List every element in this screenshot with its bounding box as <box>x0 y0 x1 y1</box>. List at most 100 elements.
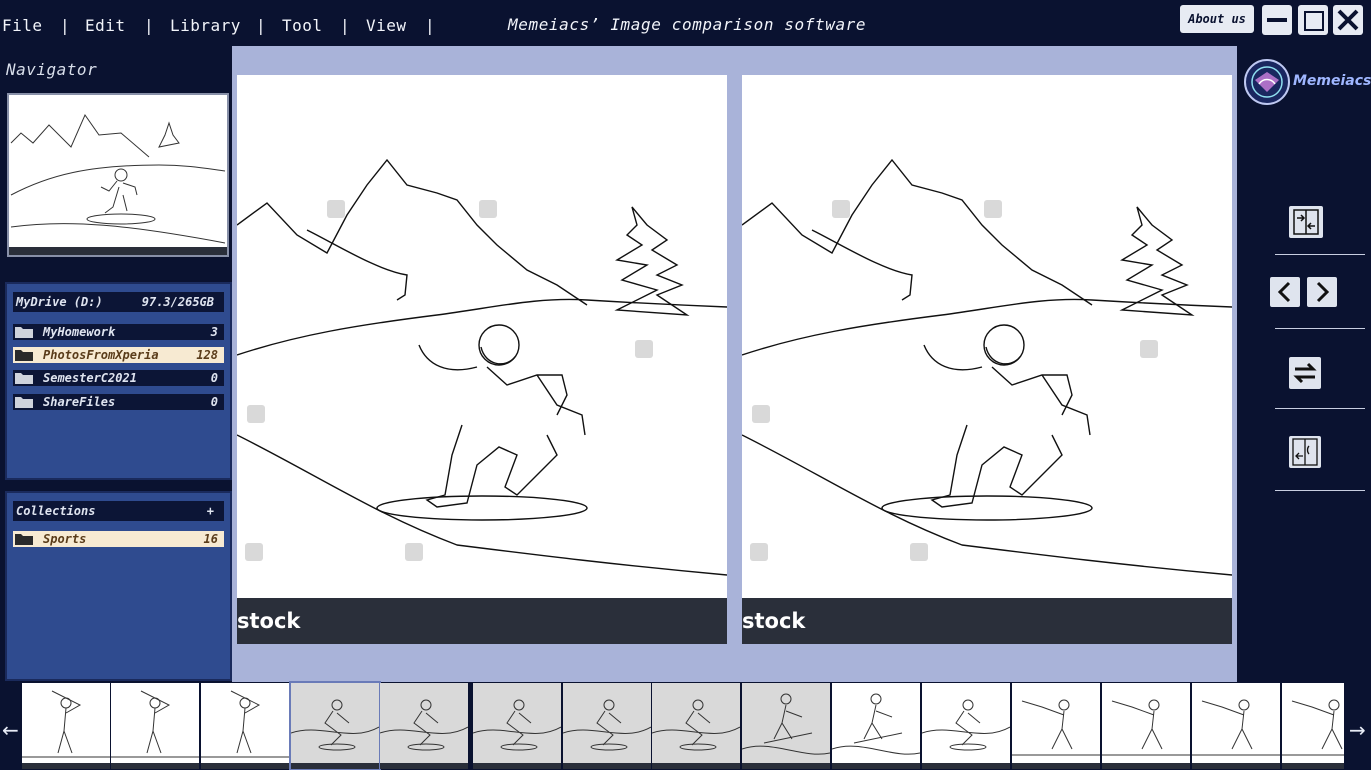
snowboarder-sketch-icon <box>9 113 227 255</box>
filmstrip-thumbnail[interactable] <box>1192 683 1280 769</box>
filmstrip-thumbnail[interactable] <box>22 683 110 769</box>
stock-watermark-bar <box>1192 763 1280 769</box>
split-view-button[interactable] <box>1289 436 1321 468</box>
menu-edit[interactable]: Edit <box>85 16 126 35</box>
menu-view[interactable]: View <box>366 16 407 35</box>
snowboarder-image-left <box>237 158 727 576</box>
filmstrip-thumbnail[interactable] <box>1102 683 1190 769</box>
tool-divider <box>1275 254 1365 255</box>
brand-name: Memeiacs <box>1293 73 1371 89</box>
tool-panel: Memeiacs <box>1237 46 1371 682</box>
snowboarder-sketch-icon <box>652 699 740 751</box>
compare-swap-button[interactable] <box>1289 206 1323 238</box>
menu-tool[interactable]: Tool <box>282 16 323 35</box>
snowboarder-sketch-icon <box>291 699 379 751</box>
stock-watermark-bar <box>1102 763 1190 769</box>
folder-icon <box>15 373 33 384</box>
stock-watermark-bar <box>380 763 468 769</box>
menu-separator: | <box>60 16 70 35</box>
stock-watermark-bar <box>22 763 110 769</box>
menu-file[interactable]: File <box>2 16 43 35</box>
stock-label: stock <box>742 609 806 633</box>
stock-watermark-bar <box>832 763 920 769</box>
navigator-thumbnail[interactable] <box>7 93 229 257</box>
filmstrip-thumbnail[interactable] <box>380 683 468 769</box>
menu-separator: | <box>340 16 350 35</box>
sidebar: Navigator MyDrive (D:) 97.3/265GB MyHome… <box>0 46 232 682</box>
filmstrip-next-arrow[interactable]: → <box>1349 718 1366 742</box>
drive-panel: MyDrive (D:) 97.3/265GB MyHomework 3 Pho… <box>5 282 232 480</box>
drive-usage: 97.3/265GB <box>141 295 214 309</box>
minimize-button[interactable] <box>1262 5 1292 35</box>
filmstrip-prev-arrow[interactable]: ← <box>2 718 19 742</box>
close-icon <box>1337 9 1359 31</box>
next-image-button[interactable] <box>1307 277 1337 307</box>
right-image-pane[interactable]: stock <box>742 75 1232 644</box>
filmstrip-thumbnail[interactable] <box>832 683 920 769</box>
add-collection-button[interactable]: + <box>207 504 214 518</box>
filmstrip-thumbnail[interactable] <box>922 683 1010 769</box>
skier-sketch-icon <box>742 693 830 755</box>
stock-watermark-bar <box>473 763 561 769</box>
stock-watermark-bar <box>201 763 289 769</box>
chevron-left-icon <box>1277 281 1291 303</box>
tool-divider <box>1275 490 1365 491</box>
filmstrip-thumbnail[interactable] <box>1282 683 1344 769</box>
stock-watermark-bar <box>1012 763 1100 769</box>
snowboarder-image-right <box>742 158 1232 576</box>
collection-label: Sports <box>43 532 87 546</box>
collections-panel: Collections + Sports 16 <box>5 491 232 681</box>
snowboarder-sketch-icon <box>563 699 651 751</box>
menu-separator: | <box>425 16 435 35</box>
folder-item-photosfromxperia[interactable]: PhotosFromXperia 128 <box>13 347 224 363</box>
filmstrip-thumbnail[interactable] <box>289 681 381 770</box>
golfer-sketch-icon <box>201 690 289 758</box>
navigator-title: Navigator <box>6 60 98 79</box>
stock-watermark-bar <box>922 763 1010 769</box>
memeiacs-logo-icon <box>1244 59 1290 105</box>
comparison-viewer: stock stock <box>232 46 1237 682</box>
stock-watermark-bar: stock <box>237 598 727 644</box>
folder-count: 0 <box>210 371 218 385</box>
filmstrip-thumbnail[interactable] <box>652 683 740 769</box>
stock-watermark-bar <box>652 763 740 769</box>
prev-image-button[interactable] <box>1270 277 1300 307</box>
folder-item-sharefiles[interactable]: ShareFiles 0 <box>13 394 224 410</box>
collection-item-sports[interactable]: Sports 16 <box>13 531 224 547</box>
folder-icon <box>15 534 33 545</box>
folder-item-myhomework[interactable]: MyHomework 3 <box>13 324 224 340</box>
compare-swap-icon <box>1293 209 1319 235</box>
stock-watermark-bar <box>111 763 199 769</box>
folder-label: ShareFiles <box>43 395 116 409</box>
folder-item-semesterc2021[interactable]: SemesterC2021 0 <box>13 370 224 386</box>
filmstrip-thumbnail[interactable] <box>742 683 830 769</box>
drive-header[interactable]: MyDrive (D:) 97.3/265GB <box>13 292 224 312</box>
stock-watermark-bar <box>742 763 830 769</box>
folder-icon <box>15 350 33 361</box>
fencer-sketch-icon <box>1012 699 1100 756</box>
menu-separator: | <box>144 16 154 35</box>
filmstrip-thumbnail[interactable] <box>563 683 651 769</box>
drive-name: MyDrive (D:) <box>16 295 103 309</box>
golfer-sketch-icon <box>22 690 110 758</box>
filmstrip-thumbnail[interactable] <box>1012 683 1100 769</box>
close-button[interactable] <box>1333 5 1363 35</box>
folder-label: MyHomework <box>43 325 116 339</box>
golfer-sketch-icon <box>111 690 199 758</box>
menu-library[interactable]: Library <box>170 16 241 35</box>
collection-count: 16 <box>203 532 218 546</box>
menu-bar: File | Edit | Library | Tool | View | Me… <box>0 0 1371 46</box>
filmstrip-thumbnail[interactable] <box>473 683 561 769</box>
swap-images-button[interactable] <box>1289 357 1321 389</box>
stock-watermark-bar <box>291 763 379 769</box>
filmstrip-thumbnail[interactable] <box>111 683 199 769</box>
folder-count: 128 <box>196 348 218 362</box>
folder-label: SemesterC2021 <box>43 371 137 385</box>
left-image-pane[interactable]: stock <box>237 75 727 644</box>
collections-header: Collections + <box>13 501 224 521</box>
about-us-button[interactable]: About us <box>1180 5 1254 33</box>
snowboarder-sketch-icon <box>380 699 468 751</box>
filmstrip-thumbnail[interactable] <box>201 683 289 769</box>
fencer-sketch-icon <box>1102 699 1190 756</box>
maximize-button[interactable] <box>1298 5 1328 35</box>
